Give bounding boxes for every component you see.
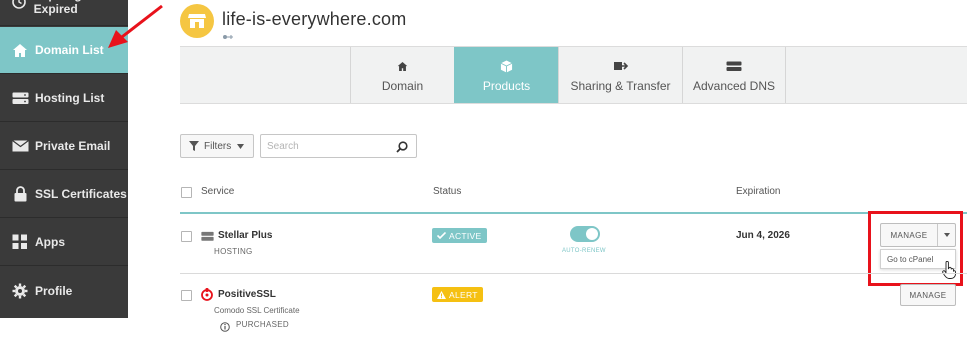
service-name: Stellar Plus bbox=[218, 230, 273, 241]
sidebar-item-ssl-certificates[interactable]: SSL Certificates bbox=[0, 171, 128, 218]
column-header-expiration: Expiration bbox=[736, 186, 781, 197]
server-icon bbox=[201, 229, 214, 247]
column-header-status: Status bbox=[433, 186, 462, 197]
service-type: HOSTING bbox=[214, 247, 253, 256]
sidebar-item-label: Hosting List bbox=[35, 91, 105, 105]
search-box bbox=[260, 134, 417, 158]
row-checkbox[interactable] bbox=[181, 290, 192, 301]
sidebar-item-hosting-list[interactable]: Hosting List bbox=[0, 75, 128, 122]
toggle-knob bbox=[586, 228, 598, 240]
check-icon bbox=[437, 232, 446, 239]
tab-label: Products bbox=[482, 79, 531, 93]
annotation-arrow bbox=[108, 4, 163, 48]
filters-button[interactable]: Filters bbox=[180, 134, 254, 158]
server-icon bbox=[11, 90, 29, 106]
sidebar-item-label: SSL Certificates bbox=[35, 187, 127, 201]
tab-domain[interactable]: Domain bbox=[350, 47, 454, 103]
transfer-icon bbox=[613, 57, 629, 75]
manage-split-button: MANAGE bbox=[880, 223, 956, 247]
auto-renew-label: AUTO-RENEW bbox=[562, 248, 606, 254]
tab-products[interactable]: Products bbox=[454, 47, 558, 103]
status-badge: ACTIVE bbox=[432, 228, 487, 243]
apps-icon bbox=[11, 234, 29, 250]
tab-label: Sharing & Transfer bbox=[570, 79, 671, 93]
filters-label: Filters bbox=[204, 140, 232, 152]
sidebar-item-apps[interactable]: Apps bbox=[0, 219, 128, 266]
purchased-label: PURCHASED bbox=[236, 320, 289, 329]
tab-label: Advanced DNS bbox=[692, 79, 776, 93]
envelope-icon bbox=[11, 138, 29, 154]
sidebar-item-label: Private Email bbox=[35, 139, 111, 153]
tag-icon bbox=[222, 33, 234, 43]
caret-down-icon bbox=[944, 233, 950, 237]
service-type: Comodo SSL Certificate bbox=[214, 306, 300, 315]
lock-icon bbox=[11, 186, 29, 202]
page: Expiring / Expired Domain List Hosting L… bbox=[0, 0, 967, 337]
header-divider bbox=[180, 212, 967, 214]
dns-icon bbox=[726, 57, 742, 75]
search-input[interactable] bbox=[267, 139, 387, 154]
manage-button[interactable]: MANAGE bbox=[881, 224, 938, 246]
go-to-cpanel-link[interactable]: Go to cPanel bbox=[887, 255, 933, 264]
tab-sharing-transfer[interactable]: Sharing & Transfer bbox=[558, 47, 682, 103]
select-all-checkbox[interactable] bbox=[181, 187, 192, 198]
home-icon bbox=[11, 42, 29, 58]
home-icon bbox=[397, 57, 408, 75]
warning-icon bbox=[437, 290, 446, 299]
status-badge: ALERT bbox=[432, 287, 483, 302]
manage-button[interactable]: MANAGE bbox=[900, 284, 956, 306]
row-checkbox[interactable] bbox=[181, 231, 192, 242]
auto-renew-toggle[interactable] bbox=[570, 226, 600, 242]
service-name: PositiveSSL bbox=[218, 289, 276, 300]
filter-icon bbox=[189, 141, 199, 151]
tab-advanced-dns[interactable]: Advanced DNS bbox=[682, 47, 786, 103]
sidebar-item-profile[interactable]: Profile bbox=[0, 267, 128, 314]
info-icon bbox=[220, 319, 230, 337]
box-icon bbox=[500, 57, 513, 75]
tab-bar: Domain Products Sharing & Transfer Advan… bbox=[180, 46, 967, 104]
tab-label: Domain bbox=[381, 79, 424, 93]
manage-dropdown-toggle[interactable] bbox=[938, 224, 956, 246]
chevron-down-icon bbox=[237, 143, 245, 149]
store-icon bbox=[180, 4, 214, 38]
search-icon[interactable] bbox=[396, 140, 408, 158]
column-header-service: Service bbox=[201, 186, 235, 197]
domain-title: life-is-everywhere.com bbox=[222, 9, 407, 29]
clock-icon bbox=[11, 0, 28, 10]
row-divider bbox=[180, 273, 967, 274]
sidebar-item-label: Profile bbox=[35, 283, 73, 298]
sidebar-item-label: Apps bbox=[35, 235, 65, 249]
status-text: ACTIVE bbox=[449, 230, 482, 241]
status-text: ALERT bbox=[449, 289, 478, 300]
expiration-date: Jun 4, 2026 bbox=[736, 230, 790, 241]
ssl-shield-icon bbox=[201, 287, 213, 306]
sidebar-item-label: Domain List bbox=[35, 43, 104, 57]
gear-icon bbox=[11, 283, 29, 299]
sidebar-item-private-email[interactable]: Private Email bbox=[0, 123, 128, 170]
